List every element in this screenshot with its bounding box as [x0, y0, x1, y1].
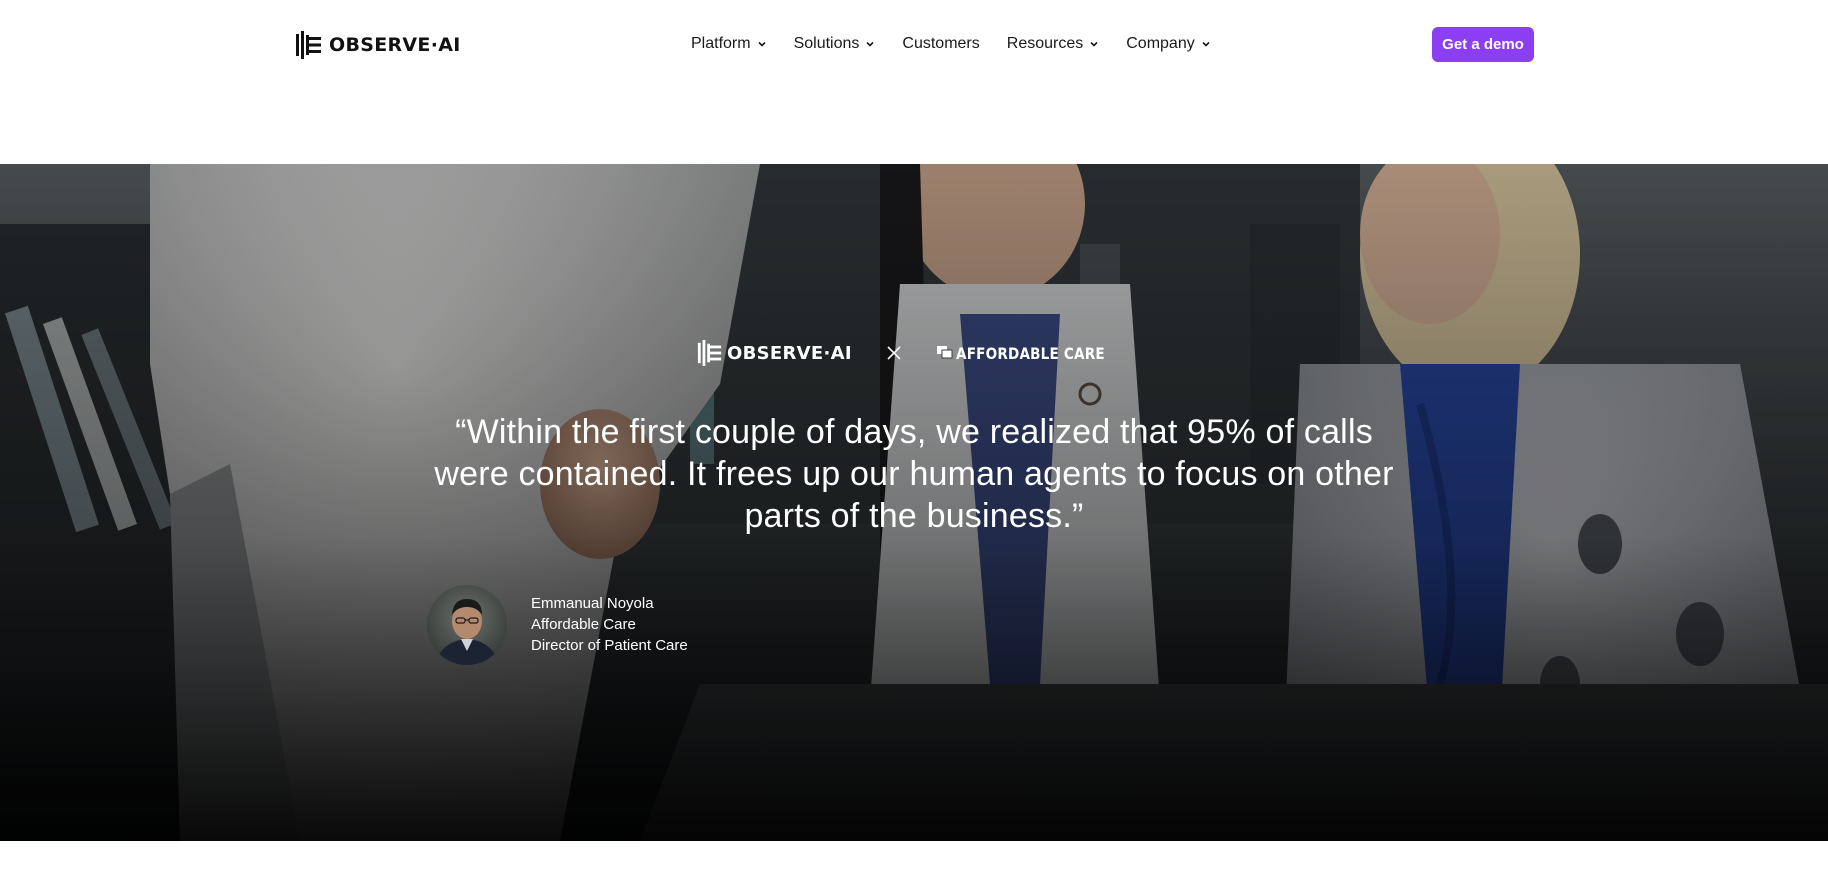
- author-name: Emmanual Noyola: [531, 595, 654, 612]
- nav-item-solutions[interactable]: Solutions: [794, 35, 876, 53]
- chevron-down-icon: [866, 41, 874, 47]
- nav-item-customers[interactable]: Customers: [902, 35, 979, 53]
- testimonial-author: Emmanual Noyola Affordable Care Director…: [427, 585, 688, 665]
- get-a-demo-button[interactable]: Get a demo: [1432, 27, 1534, 62]
- observe-ai-logo-mark-icon: [296, 31, 321, 59]
- nav-label-platform: Platform: [691, 35, 751, 52]
- nav-label-solutions: Solutions: [793, 35, 860, 52]
- chevron-down-icon: [758, 41, 766, 47]
- observe-ai-logo-mark-icon: [697, 340, 722, 366]
- testimonial-hero: OBSERVE·AI AFFORDABLE CARE “Within the f…: [0, 164, 1828, 841]
- nav-item-resources[interactable]: Resources: [1007, 35, 1099, 53]
- observe-ai-partner-logo: OBSERVE·AI: [697, 340, 852, 366]
- partner-logo-right-text: AFFORDABLE CARE: [955, 343, 1105, 363]
- author-details: Emmanual Noyola Affordable Care Director…: [531, 595, 688, 655]
- logo-text: OBSERVE·AI: [329, 34, 461, 56]
- main-nav: Platform Solutions Customers Resources C…: [691, 32, 1211, 56]
- page-bottom-strip: [0, 841, 1828, 879]
- avatar: [427, 585, 507, 665]
- affordable-care-logo: AFFORDABLE CARE: [936, 344, 1131, 363]
- author-company: Affordable Care: [531, 616, 636, 633]
- observe-ai-logo[interactable]: OBSERVE·AI: [295, 30, 461, 60]
- close-icon: [887, 346, 901, 360]
- chevron-down-icon: [1090, 41, 1098, 47]
- nav-item-platform[interactable]: Platform: [691, 35, 767, 53]
- chevron-down-icon: [1202, 41, 1210, 47]
- site-header: OBSERVE·AI Platform Solutions Customers …: [0, 0, 1828, 164]
- author-title: Director of Patient Care: [531, 637, 688, 654]
- nav-item-company[interactable]: Company: [1126, 35, 1210, 53]
- nav-label-customers: Customers: [902, 35, 980, 52]
- nav-label-company: Company: [1126, 35, 1195, 52]
- partner-logos: OBSERVE·AI AFFORDABLE CARE: [0, 338, 1828, 368]
- nav-label-resources: Resources: [1006, 35, 1084, 52]
- partner-logo-left-text: OBSERVE·AI: [727, 342, 852, 364]
- chat-bubble-icon: [936, 346, 953, 359]
- testimonial-quote: “Within the first couple of days, we rea…: [434, 413, 1394, 535]
